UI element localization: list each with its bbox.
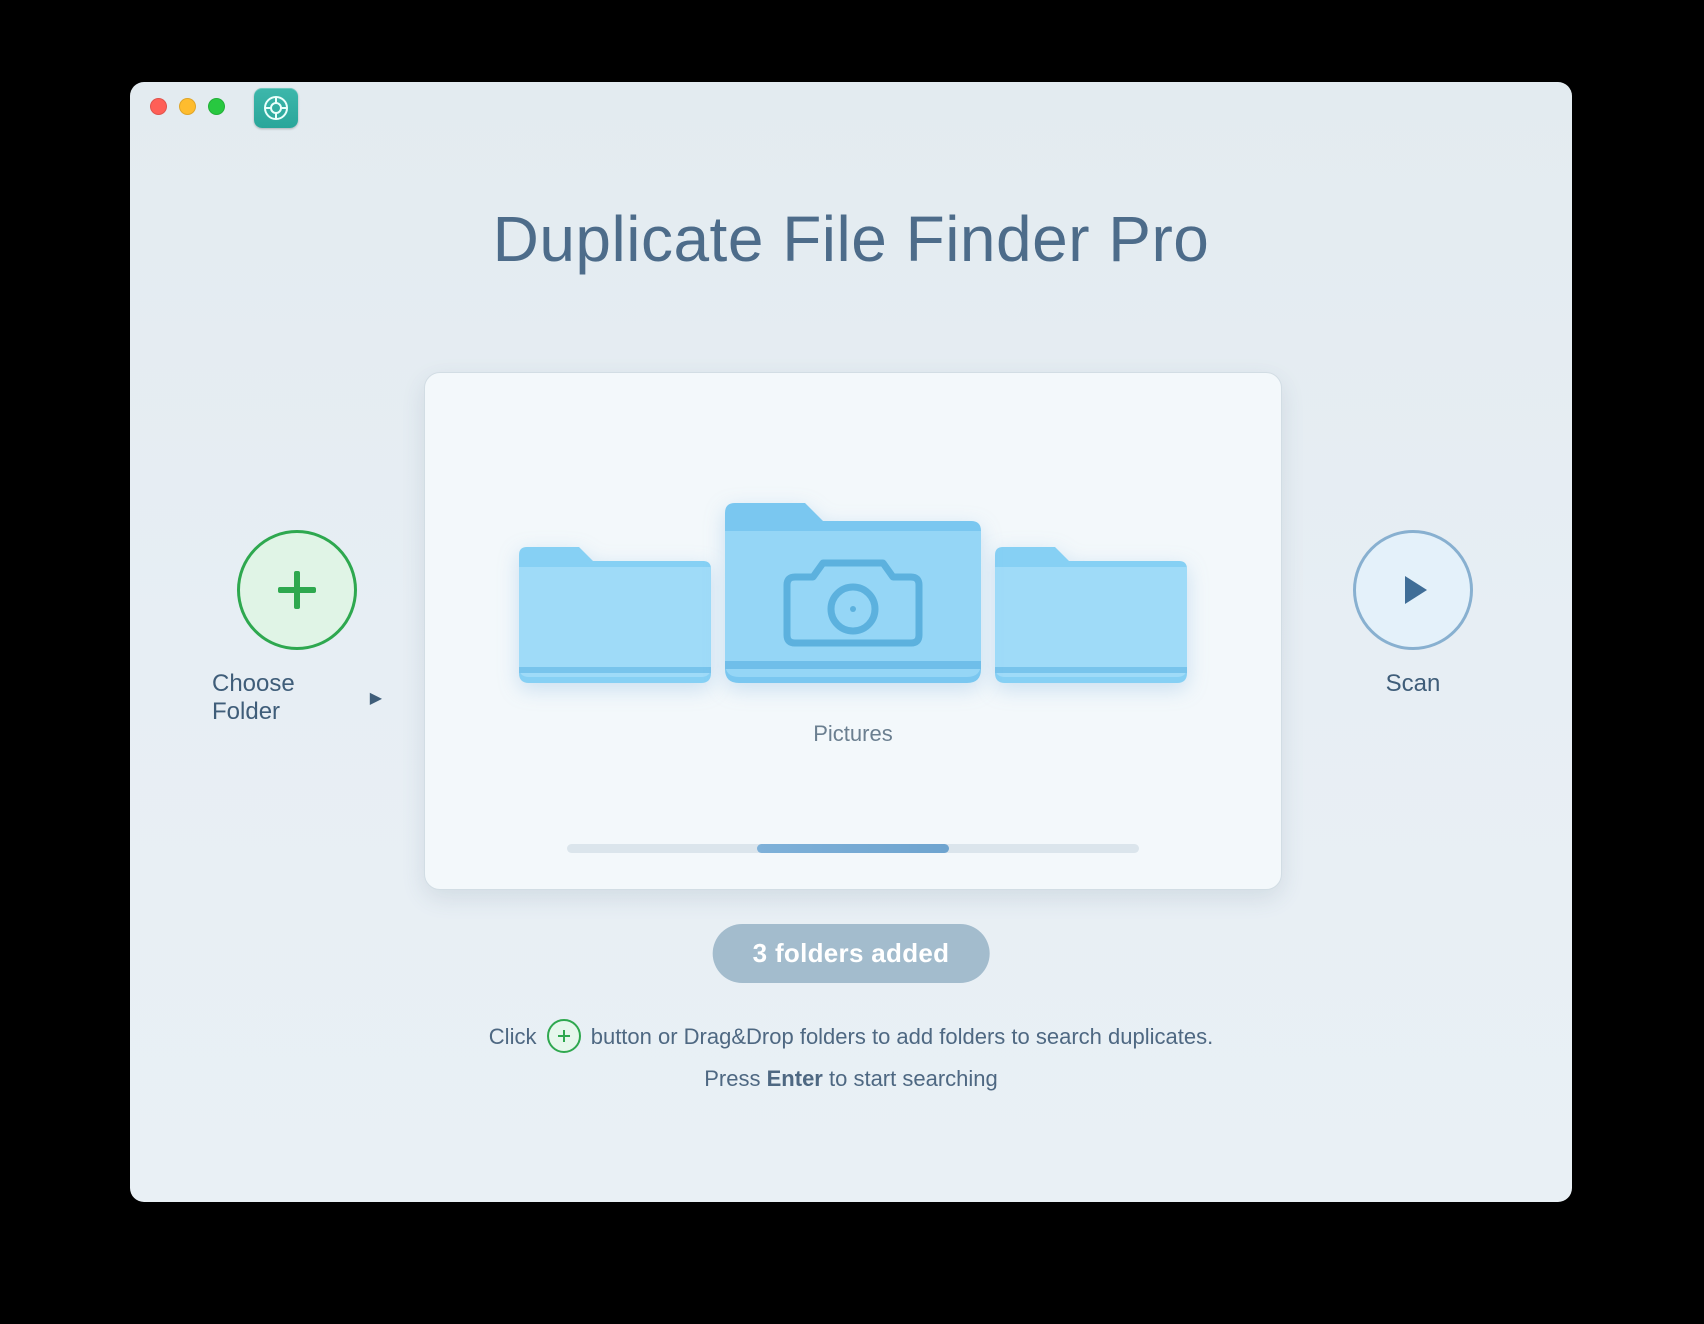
folder-icon xyxy=(511,527,719,695)
plus-icon xyxy=(270,563,324,617)
selected-folder-label: Pictures xyxy=(425,721,1281,747)
page-title: Duplicate File Finder Pro xyxy=(130,202,1572,276)
add-folder-button[interactable] xyxy=(237,530,357,650)
window-controls xyxy=(150,98,225,115)
chevron-right-icon: ▶ xyxy=(370,688,382,708)
folder-carousel-card: Pictures xyxy=(424,372,1282,890)
minimize-icon[interactable] xyxy=(179,98,196,115)
carousel-scrollbar-thumb[interactable] xyxy=(757,844,949,853)
choose-folder-label[interactable]: Choose Folder ▶ xyxy=(212,670,382,726)
folder-icon xyxy=(715,477,991,695)
help-button[interactable] xyxy=(254,88,298,128)
instructions-text: Click button or Drag&Drop folders to add… xyxy=(130,1016,1572,1100)
scan-label: Scan xyxy=(1386,670,1441,698)
choose-folder-group: Choose Folder ▶ xyxy=(212,530,382,726)
help-icon xyxy=(262,94,290,122)
folder-carousel[interactable] xyxy=(425,435,1281,695)
instruction-bold: Enter xyxy=(767,1066,823,1091)
zoom-icon[interactable] xyxy=(208,98,225,115)
close-icon[interactable] xyxy=(150,98,167,115)
instruction-text: button or Drag&Drop folders to add folde… xyxy=(591,1024,1213,1049)
carousel-scrollbar-track[interactable] xyxy=(567,844,1139,853)
folders-added-badge: 3 folders added xyxy=(713,924,990,983)
folder-item-center[interactable] xyxy=(715,477,991,695)
folder-item-left[interactable] xyxy=(511,527,719,695)
folder-icon xyxy=(987,527,1195,695)
instruction-text: to start searching xyxy=(829,1066,998,1091)
choose-folder-text: Choose Folder xyxy=(212,670,364,726)
titlebar xyxy=(130,82,1572,130)
inline-plus-icon xyxy=(547,1019,581,1053)
app-window: Duplicate File Finder Pro Choose Folder … xyxy=(130,82,1572,1202)
scan-button[interactable] xyxy=(1353,530,1473,650)
instructions-line-2: Press Enter to start searching xyxy=(130,1058,1572,1100)
folder-item-right[interactable] xyxy=(987,527,1195,695)
instruction-text: Click xyxy=(489,1024,537,1049)
play-icon xyxy=(1391,568,1435,612)
instruction-text: Press xyxy=(704,1066,760,1091)
scan-group: Scan xyxy=(1328,530,1498,698)
instructions-line-1: Click button or Drag&Drop folders to add… xyxy=(130,1016,1572,1058)
